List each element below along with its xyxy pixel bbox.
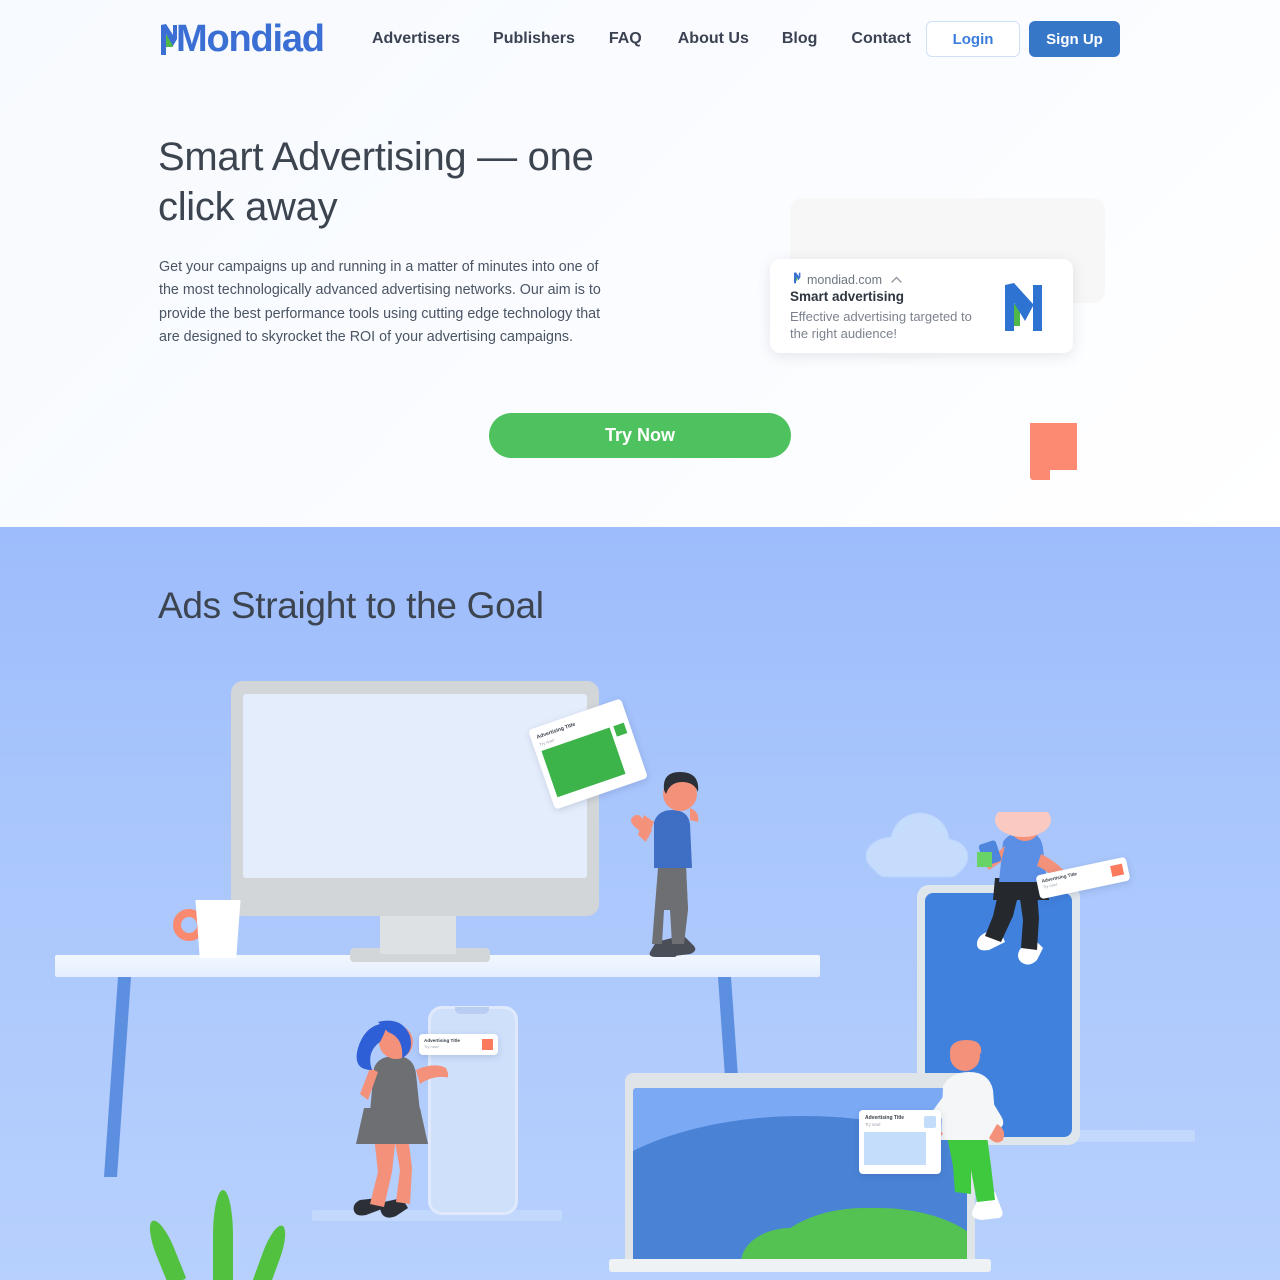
chevron-up-icon[interactable] xyxy=(891,274,902,286)
mondiad-m-logo-icon xyxy=(152,21,178,57)
nav-item-publishers[interactable]: Publishers xyxy=(493,30,575,48)
desk-leg-left xyxy=(104,977,131,1177)
nav-item-about-us[interactable]: About Us xyxy=(678,30,749,48)
ad-card-badge xyxy=(613,722,628,737)
notification-domain: mondiad.com xyxy=(807,273,883,287)
nav-item-blog[interactable]: Blog xyxy=(782,30,818,48)
notification-illustration: mondiad.com Smart advertising Effective … xyxy=(770,195,1115,480)
main-navigation: Mondiad Advertisers Publishers FAQ About… xyxy=(0,0,1280,78)
coffee-cup-icon xyxy=(195,900,241,958)
notification-orange-tail xyxy=(1030,470,1050,480)
notification-card: mondiad.com Smart advertising Effective … xyxy=(770,259,1073,353)
goals-title: Ads Straight to the Goal xyxy=(158,585,544,626)
signup-button[interactable]: Sign Up xyxy=(1029,21,1120,57)
notification-body: Effective advertising targeted to the ri… xyxy=(790,309,972,342)
hero-section: Mondiad Advertisers Publishers FAQ About… xyxy=(0,0,1280,527)
monitor-screen xyxy=(243,694,587,878)
try-now-button[interactable]: Try Now xyxy=(489,413,791,458)
ad-card: Advertising Title Try now! xyxy=(419,1034,498,1055)
site-logo[interactable]: Mondiad xyxy=(152,16,325,62)
nav-links: Advertisers Publishers FAQ About Us Blog… xyxy=(372,0,911,78)
notification-source-row: mondiad.com xyxy=(790,271,902,289)
notification-orange-accent xyxy=(1030,423,1077,470)
hero-paragraph: Get your campaigns up and running in a m… xyxy=(159,259,601,345)
nav-item-advertisers[interactable]: Advertisers xyxy=(372,30,460,48)
laptop-base xyxy=(609,1259,991,1272)
login-button[interactable]: Login xyxy=(926,21,1020,57)
mondiad-logo-large-icon xyxy=(988,281,1046,342)
notification-title: Smart advertising xyxy=(790,289,905,304)
plant-leaf-icon xyxy=(213,1190,233,1280)
character-man-standing xyxy=(631,772,699,957)
smartphone-notch xyxy=(455,1007,489,1014)
hero-title: Smart Advertising — one click away xyxy=(158,135,594,229)
ad-card-badge xyxy=(482,1039,493,1050)
ad-card-badge xyxy=(1110,863,1125,877)
nav-item-contact[interactable]: Contact xyxy=(851,30,911,48)
ad-card: Advertising Title Try now! xyxy=(859,1110,941,1174)
landing-page: Mondiad Advertisers Publishers FAQ About… xyxy=(0,0,1280,1280)
nav-item-faq[interactable]: FAQ xyxy=(609,30,642,48)
ad-card-image xyxy=(864,1132,926,1165)
mondiad-m-logo-icon xyxy=(790,271,802,289)
monitor-neck xyxy=(380,916,456,954)
ad-card-badge xyxy=(924,1116,936,1128)
logo-wordmark: Mondiad xyxy=(176,18,325,60)
